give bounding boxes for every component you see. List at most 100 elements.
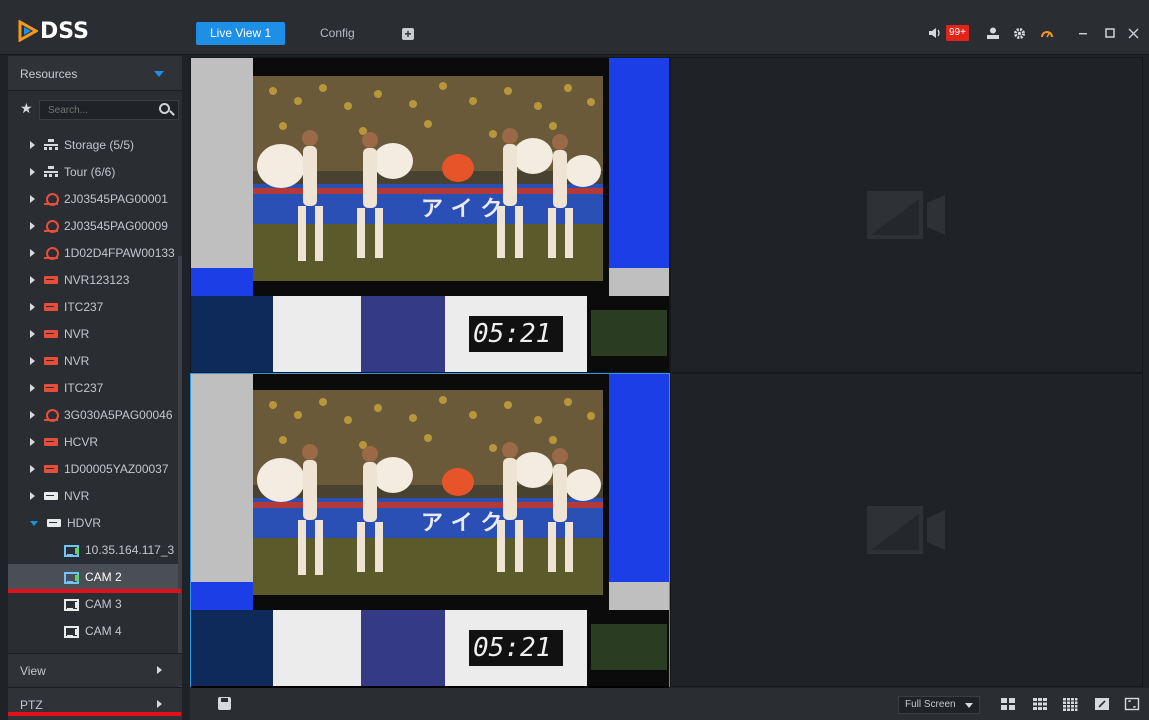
expand-arrow-icon[interactable] [30,411,35,419]
resources-label: Resources [20,67,78,81]
resources-dropdown[interactable]: Resources [8,56,182,91]
dss-client-window: DSS Live View 1 Config + 99+ Resources ★… [0,0,1149,720]
layout-4-icon[interactable] [1000,696,1016,712]
favorites-star-icon[interactable]: ★ [20,100,33,117]
nvr-icon [43,463,59,475]
tab-live-view-1[interactable]: Live View 1 [196,22,286,45]
chevron-down-icon [154,71,164,77]
close-icon[interactable] [1128,24,1139,42]
channel-online-icon [64,571,80,584]
tree-node-device[interactable]: 1D02D4FPAW00133 [8,240,180,266]
expand-arrow-icon[interactable] [30,357,35,365]
tree-node-tour[interactable]: Tour (6/6) [8,159,180,185]
nvr-icon [43,355,59,367]
video-pane-3-active[interactable]: ア イ ク 05:21 [190,373,670,688]
stadium-scene: ア イ ク [253,76,603,281]
offline-nvr-icon [43,490,59,502]
title-bar: DSS Live View 1 Config + 99+ [0,0,1149,55]
expand-arrow-icon[interactable] [30,384,35,392]
tree-node-device[interactable]: 3G030A5PAG00046 [8,402,180,428]
tree-node-device[interactable]: 1D00005YAZ00037 [8,456,180,482]
channel-item-selected[interactable]: CAM 2 [8,564,180,590]
video-pane-1[interactable]: ア イ ク 05:21 [190,57,670,373]
tree-scrollbar[interactable] [178,256,182,700]
expand-arrow-icon[interactable] [30,249,35,257]
channel-label: CAM 2 [85,570,122,584]
expand-arrow-icon[interactable] [30,492,35,500]
tree-node-label: ITC237 [64,381,104,395]
tree-node-label: NVR [64,327,90,341]
collapse-arrow-icon[interactable] [30,520,38,526]
tree-node-label: Tour (6/6) [64,165,116,179]
search-icon[interactable] [159,103,170,114]
tree-node-label: 1D00005YAZ00037 [64,462,169,476]
tree-node-hdvr[interactable]: HDVR [8,510,180,536]
alarm-count-badge[interactable]: 99+ [946,24,969,42]
expand-arrow-icon[interactable] [30,303,35,311]
tree-node-device[interactable]: NVR123123 [8,267,180,293]
search-box [39,100,179,120]
expand-arrow-icon[interactable] [30,222,35,230]
video-pane-4[interactable] [670,373,1143,687]
bottom-toolbar: Full Screen [190,688,1149,720]
save-icon[interactable] [218,697,231,710]
tree-node-device[interactable]: 2J03545PAG00001 [8,186,180,212]
video-timestamp: 05:21 [469,316,563,352]
channel-item[interactable]: CAM 3 [8,591,180,617]
tree-node-label: ITC237 [64,300,104,314]
settings-gear-icon[interactable] [1013,24,1026,42]
annotation-line-top [8,589,181,593]
channel-online-icon [64,544,80,557]
camera-device-icon [43,409,59,422]
nvr-icon [43,301,59,313]
tree-node-device[interactable]: 2J03545PAG00009 [8,213,180,239]
expand-arrow-icon[interactable] [30,141,35,149]
tree-node-label: NVR123123 [64,273,130,287]
custom-layout-icon[interactable] [1094,696,1110,712]
search-input[interactable] [48,103,148,117]
fullscreen-icon[interactable] [1124,696,1140,712]
network-icon [43,166,59,178]
offline-nvr-icon [46,517,62,529]
view-section-button[interactable]: View [8,653,182,686]
channel-item[interactable]: 10.35.164.117_3 [8,537,180,563]
tree-node-device[interactable]: NVR [8,321,180,347]
layout-16-icon[interactable] [1062,696,1078,712]
tree-node-device[interactable]: NVR [8,348,180,374]
minimize-icon[interactable] [1078,24,1088,42]
expand-arrow-icon[interactable] [30,195,35,203]
channel-icon [64,625,80,638]
channel-item[interactable]: CAM 4 [8,618,180,644]
tree-node-label: Storage (5/5) [64,138,135,152]
expand-arrow-icon[interactable] [30,465,35,473]
tree-node-label: HCVR [64,435,99,449]
tree-node-label: 1D02D4FPAW00133 [64,246,175,260]
video-pane-2[interactable] [670,57,1143,373]
no-video-camera-icon [866,191,945,239]
camera-device-icon [43,220,59,233]
tree-node-storage[interactable]: Storage (5/5) [8,132,180,158]
tree-node-device[interactable]: ITC237 [8,375,180,401]
maximize-icon[interactable] [1105,24,1115,42]
expand-arrow-icon[interactable] [30,438,35,446]
nvr-icon [43,436,59,448]
tree-node-device[interactable]: ITC237 [8,294,180,320]
channel-label: CAM 3 [85,597,122,611]
expand-arrow-icon[interactable] [30,168,35,176]
chevron-down-icon [965,703,973,708]
add-tab-icon[interactable]: + [402,28,414,40]
tree-node-device[interactable]: NVR [8,483,180,509]
volume-icon[interactable] [928,24,942,42]
fullscreen-label: Full Screen [905,699,956,710]
layout-9-icon[interactable] [1032,696,1048,712]
view-label: View [20,664,46,678]
camera-device-icon [43,193,59,206]
fullscreen-select[interactable]: Full Screen [898,696,980,714]
performance-gauge-icon[interactable] [1040,24,1054,42]
expand-arrow-icon[interactable] [30,276,35,284]
tree-node-label: 3G030A5PAG00046 [64,408,173,422]
tree-node-device[interactable]: HCVR [8,429,180,455]
tab-config[interactable]: Config [306,22,369,45]
user-icon[interactable] [986,24,1000,42]
expand-arrow-icon[interactable] [30,330,35,338]
